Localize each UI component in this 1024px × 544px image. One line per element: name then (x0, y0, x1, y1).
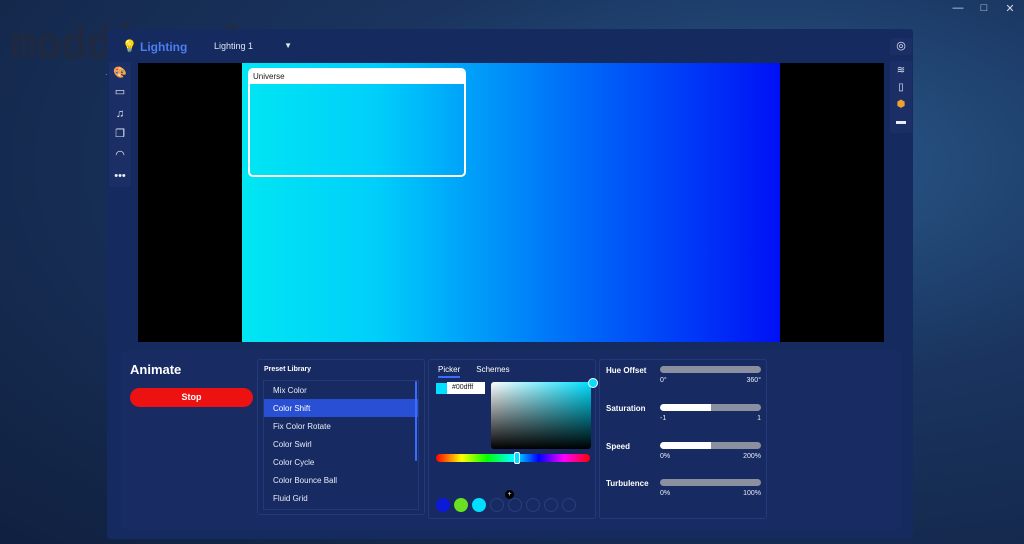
parameter-panel: Hue Offset 0° 360° Saturation -1 1 Speed… (599, 359, 767, 519)
hue-offset-label: Hue Offset (606, 366, 647, 375)
chevron-down-icon: ▼ (284, 41, 292, 50)
slider-fill (660, 442, 711, 449)
preset-library-title: Preset Library (264, 366, 312, 373)
close-button[interactable]: ✕ (1004, 2, 1016, 15)
color-swatch[interactable] (454, 498, 468, 512)
music-icon[interactable]: ♫ (112, 106, 128, 122)
device-group: ≋ ▯ ⬢ ▬ (890, 61, 912, 133)
turbulence-label: Turbulence (606, 479, 649, 488)
hue-offset-slider[interactable] (660, 366, 761, 373)
gallery-icon[interactable]: ❐ (112, 126, 128, 142)
layers-icon[interactable]: ≋ (893, 64, 909, 78)
hue-offset-max: 360° (746, 377, 761, 384)
picker-tabs: Picker Schemes (438, 365, 510, 378)
animate-title: Animate (130, 362, 182, 377)
color-swatch[interactable] (472, 498, 486, 512)
monitor-icon[interactable]: ▭ (112, 84, 128, 100)
device-icon[interactable]: ▯ (893, 81, 909, 95)
empty-swatch[interactable] (526, 498, 540, 512)
preset-item[interactable]: Color Cycle (264, 453, 418, 471)
saturation-max: 1 (757, 415, 761, 422)
hue-handle[interactable] (514, 452, 520, 464)
app-window: 💡 Lighting Lighting 1 ▼ 🎨 ▭ ♫ ❐ ◠ ••• Un… (107, 29, 913, 539)
fan-icon[interactable]: ⬢ (893, 98, 909, 112)
hex-row: #00dfff (436, 382, 485, 394)
tab-schemes[interactable]: Schemes (476, 365, 509, 378)
maximize-button[interactable]: □ (978, 2, 990, 15)
hue-offset-min: 0° (660, 377, 667, 384)
preset-library-panel: Preset Library Mix Color Color Shift Fix… (257, 359, 425, 515)
turbulence-min: 0% (660, 490, 671, 497)
sv-handle[interactable] (588, 378, 598, 388)
empty-swatch[interactable] (508, 498, 522, 512)
preset-item[interactable]: Color Bounce Ball (264, 471, 418, 489)
more-icon[interactable]: ••• (112, 168, 128, 184)
minimize-button[interactable]: — (952, 2, 964, 15)
keyboard-icon[interactable]: ▬ (893, 115, 909, 129)
left-toolbar: 🎨 ▭ ♫ ❐ ◠ ••• (109, 62, 131, 187)
swatch-row (436, 498, 576, 512)
profile-select-value: Lighting 1 (214, 41, 254, 51)
rainbow-icon[interactable]: ◠ (112, 147, 128, 163)
hex-input[interactable]: #00dfff (447, 382, 485, 394)
saturation-value-area[interactable] (491, 382, 591, 449)
preset-item[interactable]: Fix Color Rotate (264, 417, 418, 435)
saturation-min: -1 (660, 415, 667, 422)
saturation-label: Saturation (606, 404, 646, 413)
stop-button[interactable]: Stop (130, 388, 253, 407)
preset-item[interactable]: Color Swirl (264, 435, 418, 453)
speed-min: 0% (660, 453, 671, 460)
speed-max: 200% (743, 453, 761, 460)
topbar: 💡 Lighting Lighting 1 ▼ (107, 29, 913, 63)
slider-fill (660, 404, 711, 411)
color-swatch[interactable] (436, 498, 450, 512)
page-title: Lighting (140, 40, 188, 54)
lightbulb-icon: 💡 (122, 39, 137, 53)
palette-icon[interactable]: 🎨 (112, 65, 128, 81)
speed-label: Speed (606, 442, 631, 451)
lighting-preview[interactable]: Universe (138, 63, 884, 342)
spiral-icon[interactable]: ◎ (890, 38, 912, 55)
turbulence-max: 100% (743, 490, 761, 497)
tab-picker[interactable]: Picker (438, 365, 461, 378)
current-color-swatch (436, 382, 447, 394)
hue-slider[interactable] (436, 454, 590, 462)
window-controls: — □ ✕ (952, 2, 1016, 15)
empty-swatch[interactable] (544, 498, 558, 512)
universe-box[interactable]: Universe (248, 68, 466, 177)
effect-settings: Animate Stop Preset Library Mix Color Co… (121, 351, 901, 529)
empty-swatch[interactable] (490, 498, 504, 512)
preset-scrollbar[interactable] (415, 381, 417, 461)
saturation-slider[interactable] (660, 404, 761, 411)
preset-item-selected[interactable]: Color Shift (264, 399, 418, 417)
universe-label: Universe (250, 70, 464, 84)
preset-list[interactable]: Mix Color Color Shift Fix Color Rotate C… (263, 380, 419, 510)
color-picker-panel: Picker Schemes #00dfff + (428, 359, 598, 519)
preset-item[interactable]: Fluid Grid (264, 489, 418, 507)
right-toolbar: ◎ ≋ ▯ ⬢ ▬ (890, 38, 914, 134)
profile-select[interactable]: Lighting 1 ▼ (209, 38, 295, 56)
empty-swatch[interactable] (562, 498, 576, 512)
preset-item[interactable]: Mix Color (264, 381, 418, 399)
turbulence-slider[interactable] (660, 479, 761, 486)
speed-slider[interactable] (660, 442, 761, 449)
